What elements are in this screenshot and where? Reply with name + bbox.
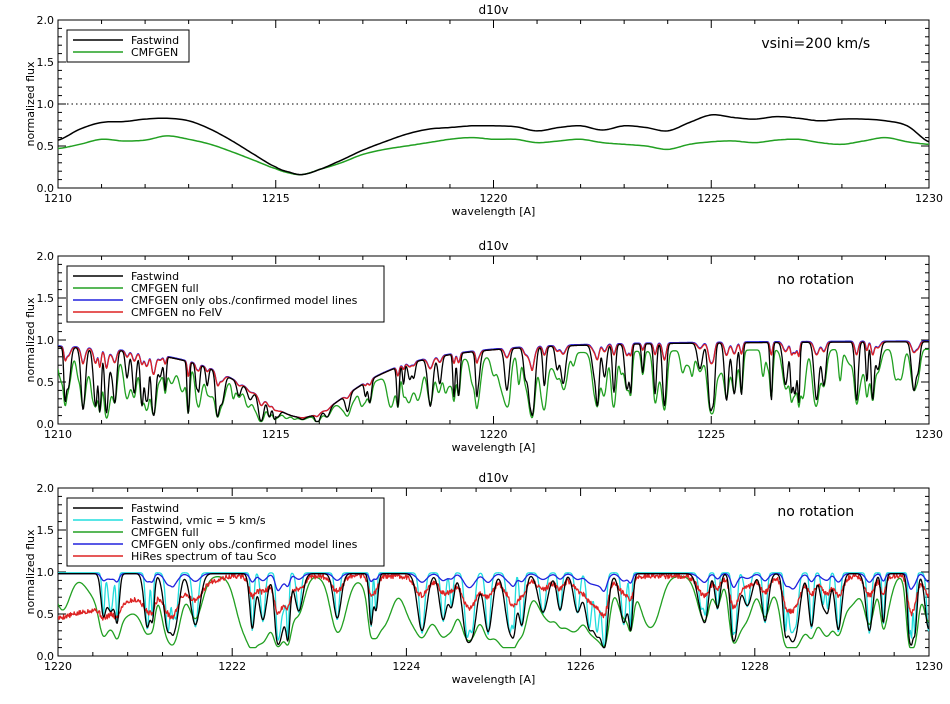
series-line-2 — [58, 135, 929, 176]
legend-label: HiRes spectrum of tau Sco — [131, 550, 277, 563]
x-tick-label: 1222 — [218, 660, 246, 673]
x-tick-label: 1220 — [480, 428, 508, 441]
x-tick-label: 1226 — [567, 660, 595, 673]
chart-panel-2: d10v1210 1215 1220 1225 1230wavelength [A]0.… — [24, 239, 943, 454]
y-tick-label: 0.0 — [37, 418, 55, 431]
x-axis-label: wavelength [A] — [452, 441, 536, 454]
x-axis-label: wavelength [A] — [452, 205, 536, 218]
x-tick-label: 1215 — [262, 192, 290, 205]
series-line-fastwind-vmic — [58, 572, 929, 649]
chart-title: d10v — [479, 239, 509, 253]
legend-label: CMFGEN no FeIV — [131, 306, 223, 319]
y-tick-label: 2.0 — [37, 250, 55, 263]
x-tick-label: 1225 — [697, 428, 725, 441]
chart-panel-1: d10v1210 1215 1220 1225 1230wavelength [A]0.… — [24, 3, 943, 218]
x-axis-label: wavelength [A] — [452, 673, 536, 686]
chart-title: d10v — [479, 3, 509, 17]
panel-annotation: no rotation — [777, 504, 854, 520]
x-tick-label: 1215 — [262, 428, 290, 441]
y-axis-label: normalized flux — [24, 529, 37, 615]
figure: d10v 1210 1215 1220 1225 1230 wavelength [A] 0.… — [0, 0, 950, 700]
legend: FastwindCMFGEN — [66, 29, 190, 63]
legend: FastwindFastwind, vmic = 5 km/sCMFGEN fu… — [66, 497, 385, 567]
figure-svg: d10v1210 1215 1220 1225 1230wavelength [A]0.… — [24, 3, 943, 686]
series-line-cmfgen-full — [58, 575, 929, 649]
y-tick-label: 1.5 — [37, 56, 55, 69]
y-tick-label: 1.0 — [37, 334, 55, 347]
legend: FastwindCMFGEN fullCMFGEN only obs./conf… — [66, 265, 385, 323]
y-tick-label: 0.0 — [37, 650, 55, 663]
y-tick-label: 2.0 — [37, 14, 55, 27]
y-axis-label: normalized flux — [24, 61, 37, 147]
y-axis-label: normalized flux — [24, 297, 37, 383]
y-tick-label: 0.0 — [37, 182, 55, 195]
y-tick-label: 1.0 — [37, 98, 55, 111]
y-tick-label: 0.5 — [37, 140, 55, 153]
chart-title: d10v — [479, 471, 509, 485]
y-tick-label: 1.5 — [37, 292, 55, 305]
panel-annotation: vsini=200 km/s — [761, 36, 870, 52]
x-tick-label: 1230 — [915, 428, 943, 441]
chart-panel-3: d10v1220 1222 1224 1226 1228 1230wavelength [… — [24, 471, 943, 686]
series-line-1 — [58, 114, 929, 176]
x-tick-label: 1224 — [392, 660, 420, 673]
x-tick-label: 1230 — [915, 660, 943, 673]
y-tick-label: 0.5 — [37, 376, 55, 389]
x-tick-label: 1225 — [697, 192, 725, 205]
y-tick-label: 1.0 — [37, 566, 55, 579]
legend-label: CMFGEN — [131, 46, 178, 59]
panel-annotation: no rotation — [777, 272, 854, 288]
x-tick-label: 1230 — [915, 192, 943, 205]
y-tick-label: 1.5 — [37, 524, 55, 537]
x-tick-label: 1220 — [480, 192, 508, 205]
x-tick-label: 1228 — [741, 660, 769, 673]
y-tick-label: 0.5 — [37, 608, 55, 621]
y-tick-label: 2.0 — [37, 482, 55, 495]
